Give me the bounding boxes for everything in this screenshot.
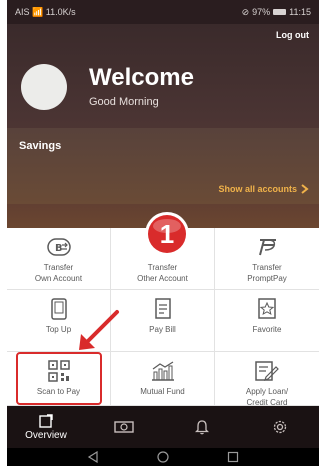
tab-notifications[interactable] — [163, 406, 241, 448]
carrier-name: AIS — [15, 6, 30, 17]
avatar[interactable] — [21, 64, 67, 110]
chart-icon — [150, 360, 176, 382]
chevron-right-icon — [301, 184, 309, 194]
home-icon[interactable] — [157, 451, 169, 463]
greeting-text: Good Morning — [89, 96, 159, 108]
form-pen-icon — [254, 360, 280, 382]
clock: 11:15 — [289, 7, 311, 17]
menu-item-transfer-own-account[interactable]: B Transfer Own Account — [7, 228, 111, 290]
step-number-badge: 1 — [145, 212, 189, 256]
bell-icon — [195, 420, 209, 435]
overview-icon — [39, 413, 53, 428]
signal-icon: 📶 — [32, 6, 44, 17]
tab-overview[interactable]: Overview — [7, 406, 85, 448]
banknote-icon — [114, 421, 134, 433]
bottom-tab-bar: Overview — [7, 406, 319, 448]
show-all-accounts-link[interactable]: Show all accounts — [218, 184, 309, 194]
menu-label-line1: Apply Loan/ — [245, 387, 289, 396]
tab-overview-label: Overview — [25, 429, 67, 441]
phone-screen: AIS 📶 11.0K/s ⊘ 97% 11:15 Log out Welcom… — [7, 0, 319, 466]
star-icon — [254, 298, 280, 320]
scan-to-pay-highlight — [16, 352, 102, 405]
recent-apps-icon[interactable] — [227, 451, 239, 463]
menu-item-favorite[interactable]: Favorite — [215, 290, 319, 352]
menu-label-line2: Other Account — [137, 274, 188, 283]
logout-button[interactable]: Log out — [276, 30, 309, 40]
welcome-title: Welcome — [89, 64, 194, 91]
menu-item-apply-loan[interactable]: Apply Loan/Credit Card — [215, 352, 319, 407]
network-speed: 11.0K/s — [45, 6, 76, 17]
menu-item-mutual-fund[interactable]: Mutual Fund — [111, 352, 215, 406]
battery-percent: 97% — [252, 7, 271, 17]
bill-icon — [150, 298, 176, 320]
status-left: AIS 📶 11.0K/s — [15, 7, 76, 18]
mute-icon: ⊘ — [241, 6, 250, 17]
gear-icon — [273, 420, 287, 434]
promptpay-icon — [254, 236, 280, 258]
menu-label-line1: Transfer — [252, 263, 282, 272]
menu-item-transfer-promptpay[interactable]: Transfer PromptPay — [215, 228, 319, 290]
menu-label-line1: Transfer — [43, 263, 74, 272]
step-number: 1 — [160, 219, 174, 249]
menu-label-line1: Transfer — [147, 263, 178, 272]
status-right: ⊘ 97% 11:15 — [242, 7, 311, 18]
pointer-arrow-icon — [79, 310, 119, 350]
back-icon[interactable] — [87, 451, 99, 463]
menu-label-line2: Own Account — [34, 274, 83, 283]
menu-label-line1: Top Up — [45, 325, 72, 334]
menu-label-line1: Favorite — [252, 325, 282, 334]
tab-accounts[interactable] — [85, 406, 163, 448]
svg-text:B: B — [55, 243, 63, 254]
status-bar: AIS 📶 11.0K/s ⊘ 97% 11:15 — [7, 0, 319, 24]
menu-label-line1: Pay Bill — [149, 325, 176, 334]
menu-label-line2: PromptPay — [247, 274, 287, 283]
account-type-label: Savings — [19, 140, 62, 152]
menu-item-pay-bill[interactable]: Pay Bill — [111, 290, 215, 352]
phone-topup-icon — [46, 298, 72, 320]
battery-icon — [273, 9, 287, 15]
menu-label-line1: Mutual Fund — [140, 387, 185, 396]
tab-settings[interactable] — [241, 406, 319, 448]
system-nav-bar — [7, 448, 319, 466]
show-all-label: Show all accounts — [218, 184, 297, 194]
baht-transfer-icon: B — [46, 236, 72, 258]
